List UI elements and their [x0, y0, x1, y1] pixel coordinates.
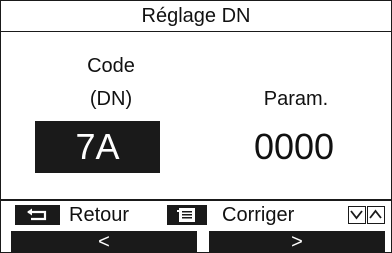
chevron-up-icon[interactable] [367, 206, 385, 224]
menu-icon[interactable] [167, 205, 207, 225]
nav-left-button[interactable]: < [11, 231, 197, 253]
back-label: Retour [69, 204, 130, 226]
return-arrow-icon[interactable] [15, 205, 60, 225]
footer-bar: Retour Corriger [1, 203, 391, 227]
chevron-down-icon[interactable] [348, 206, 366, 224]
code-value-field[interactable]: 7A [35, 121, 160, 173]
footer-divider [1, 199, 391, 201]
code-label-line1: Code [87, 55, 135, 77]
param-value-field[interactable]: 0000 [229, 121, 359, 173]
nav-right-button[interactable]: > [209, 231, 385, 253]
correct-label: Corriger [222, 204, 295, 226]
code-label-line2: (DN) [89, 88, 133, 110]
param-label: Param. [263, 88, 329, 110]
dn-setting-screen: Réglage DN Code (DN) Param. 7A 0000 Reto… [0, 0, 392, 253]
page-title: Réglage DN [1, 1, 391, 32]
